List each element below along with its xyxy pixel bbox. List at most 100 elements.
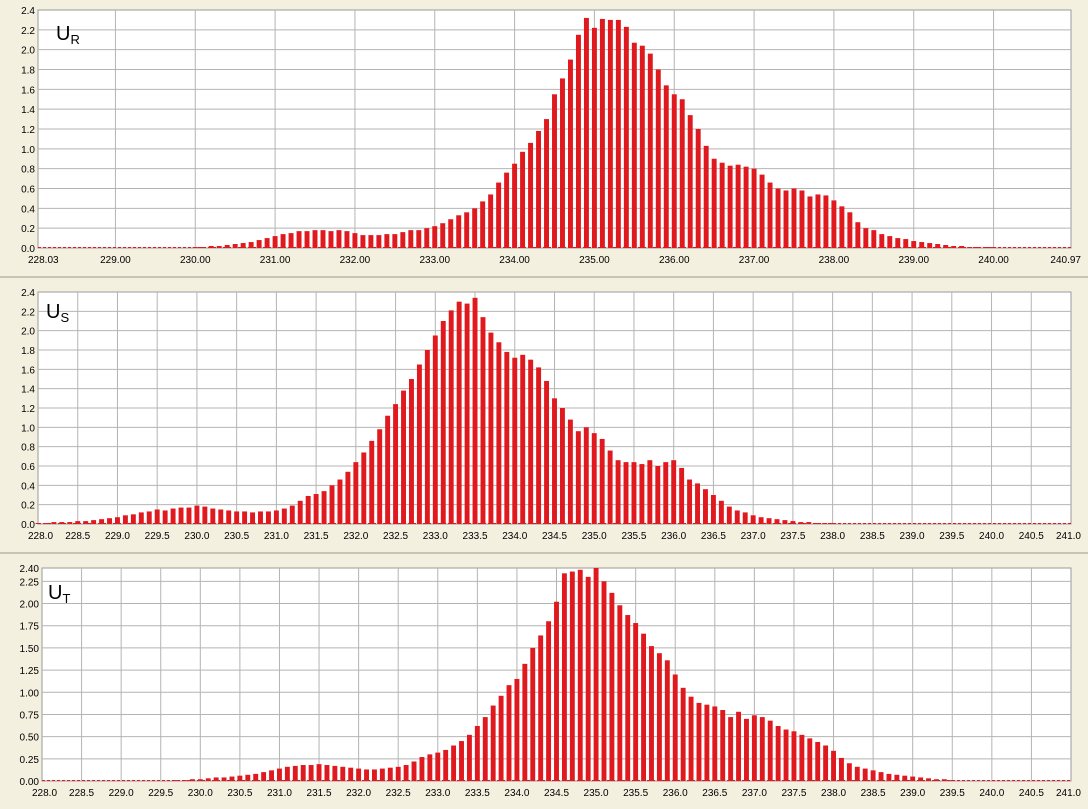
histogram-bar: [735, 164, 741, 248]
histogram-bar: [687, 115, 693, 248]
histogram-bar: [718, 500, 724, 524]
histogram-bar: [265, 511, 271, 524]
histogram-bar: [488, 194, 494, 248]
histogram-bar: [466, 734, 472, 781]
y-tick-label: 1.2: [21, 404, 35, 415]
histogram-bar: [253, 773, 259, 781]
histogram-bar: [408, 230, 414, 248]
histogram-bar: [482, 717, 488, 781]
histogram-bar: [649, 646, 654, 781]
histogram-bar: [472, 208, 478, 248]
histogram-bar: [823, 195, 829, 248]
histogram-bar: [552, 94, 557, 249]
x-tick-label: 232.0: [343, 531, 368, 542]
histogram-bar: [591, 433, 597, 524]
histogram-bar: [695, 483, 700, 524]
histogram-bar: [480, 201, 486, 248]
histogram-bar: [577, 569, 583, 781]
histogram-bar: [280, 234, 286, 248]
x-tick-label: 234.5: [542, 531, 567, 542]
x-tick-label: 236.5: [702, 788, 727, 799]
histogram-bar: [459, 741, 464, 781]
histogram-bar: [759, 174, 765, 248]
histogram-bar: [440, 223, 446, 248]
x-tick-label: 233.5: [465, 788, 490, 799]
histogram-bar: [514, 678, 520, 781]
histogram-bar: [839, 206, 845, 248]
histogram-bar: [712, 706, 718, 781]
x-tick-label: 232.0: [346, 788, 371, 799]
histogram-bar: [178, 507, 184, 524]
histogram-bar: [337, 479, 343, 524]
y-tick-label: 1.2: [21, 125, 35, 136]
histogram-bar: [352, 233, 358, 248]
x-tick-label: 234.0: [504, 788, 529, 799]
histogram-bar: [656, 653, 662, 781]
histogram-bar: [506, 685, 512, 781]
x-tick-label: 236.00: [659, 255, 690, 266]
histogram-bar: [601, 581, 607, 781]
x-tick-label: 239.0: [900, 788, 925, 799]
histogram-bar: [432, 226, 438, 248]
histogram-bar: [448, 310, 454, 524]
histogram-bar: [369, 440, 375, 524]
histogram-bar: [395, 766, 401, 781]
histogram-bar: [895, 238, 901, 248]
histogram-bar: [440, 321, 446, 524]
histogram-bar: [887, 236, 893, 248]
histogram-bar: [552, 398, 557, 524]
histogram-bar: [688, 696, 694, 781]
histogram-bar: [393, 404, 399, 524]
histogram-bar: [344, 231, 350, 248]
histogram-bar: [361, 452, 367, 524]
histogram-bar: [308, 765, 314, 781]
y-tick-label: 0.6: [21, 462, 35, 473]
panel-divider: [0, 552, 1088, 554]
histogram-bar: [297, 500, 303, 524]
histogram-bar: [546, 621, 552, 781]
y-tick-label: 1.50: [20, 644, 40, 655]
histogram-bar: [623, 26, 629, 248]
x-tick-label: 235.5: [623, 788, 648, 799]
histogram-bar: [377, 429, 383, 524]
histogram-bar: [734, 510, 740, 524]
histogram-bar: [186, 507, 192, 524]
y-tick-label: 2.25: [20, 577, 40, 588]
x-tick-label: 240.0: [979, 531, 1004, 542]
histogram-bar: [791, 188, 797, 248]
histogram-bar: [862, 768, 868, 781]
y-tick-label: 0.25: [20, 755, 40, 766]
histogram-bar: [567, 419, 573, 524]
histogram-bar: [903, 239, 909, 248]
histogram-bar: [536, 367, 542, 524]
histogram-bar: [879, 234, 885, 248]
histogram-bar: [664, 660, 670, 781]
histogram-bar: [305, 495, 311, 524]
histogram-bar: [758, 517, 764, 524]
histogram-bar: [663, 462, 669, 524]
histogram-bar: [647, 53, 653, 249]
histogram-bar: [427, 754, 433, 781]
histogram-bar: [472, 297, 478, 524]
histogram-bar: [751, 715, 757, 781]
histogram-bar: [345, 471, 351, 524]
histogram-bar: [387, 767, 393, 781]
x-tick-label: 235.5: [621, 531, 646, 542]
phase-label-subscript: T: [62, 591, 70, 606]
histogram-bar: [348, 767, 354, 781]
histogram-bar: [703, 145, 709, 248]
histogram-bar: [448, 219, 454, 248]
histogram-bar: [538, 635, 544, 781]
histogram-bar: [575, 34, 581, 248]
histogram-bar: [522, 663, 528, 781]
x-tick-label: 229.5: [148, 788, 173, 799]
histogram-bar: [512, 163, 518, 248]
histogram-bar: [831, 750, 836, 781]
x-tick-label: 239.0: [900, 531, 925, 542]
histogram-bar: [496, 342, 502, 524]
y-tick-label: 2.2: [21, 307, 35, 318]
y-tick-label: 2.40: [20, 564, 40, 575]
histogram-bar: [671, 94, 677, 249]
histogram-bar: [218, 509, 224, 524]
x-tick-label: 229.5: [145, 531, 170, 542]
